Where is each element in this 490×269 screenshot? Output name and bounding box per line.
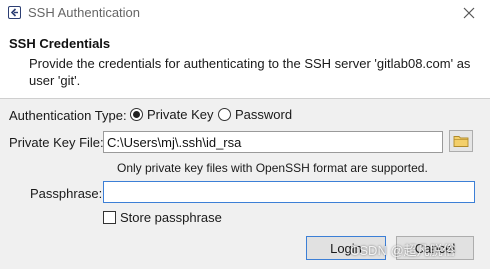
- browse-button[interactable]: [449, 130, 473, 152]
- passphrase-label: Passphrase:: [30, 186, 103, 201]
- radio-password-label: Password: [235, 107, 293, 122]
- radio-selected-dot: [133, 111, 140, 118]
- header-title: SSH Credentials: [9, 36, 111, 51]
- window-title: SSH Authentication: [28, 5, 141, 20]
- store-passphrase-checkbox[interactable]: Store passphrase: [103, 210, 222, 225]
- auth-type-label: Authentication Type:: [9, 108, 127, 123]
- radio-indicator: [218, 108, 231, 121]
- folder-icon: [453, 136, 469, 147]
- eclipse-app-icon: [8, 6, 21, 19]
- watermark-text: CSDN @超凡脱俗: [350, 243, 456, 258]
- private-key-input[interactable]: [103, 131, 443, 153]
- radio-indicator: [130, 108, 143, 121]
- private-key-label: Private Key File:: [9, 135, 104, 150]
- radio-private-key-label: Private Key: [147, 107, 214, 122]
- checkbox-box: [103, 211, 116, 224]
- private-key-hint: Only private key files with OpenSSH form…: [117, 161, 428, 175]
- radio-private-key[interactable]: Private Key: [130, 107, 213, 122]
- close-button[interactable]: [458, 3, 480, 23]
- dialog-header: SSH Credentials Provide the credentials …: [0, 26, 490, 98]
- radio-password[interactable]: Password: [218, 107, 292, 122]
- title-bar: SSH Authentication: [0, 0, 490, 26]
- store-passphrase-label: Store passphrase: [120, 210, 222, 225]
- header-message: Provide the credentials for authenticati…: [29, 56, 471, 88]
- close-icon: [463, 7, 475, 19]
- passphrase-input[interactable]: [103, 181, 475, 203]
